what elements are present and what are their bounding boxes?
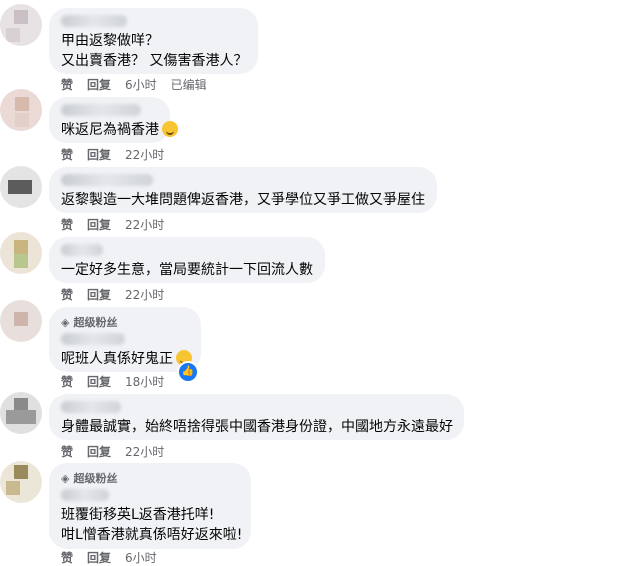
fan-badge[interactable]: ◈ 超级粉丝 (61, 470, 239, 486)
author-name[interactable] (61, 174, 153, 186)
edited-label[interactable]: 已编辑 (171, 76, 207, 93)
reply-button[interactable]: 回复 (87, 443, 111, 460)
diamond-icon: ◈ (61, 471, 70, 485)
reply-button[interactable]: 回复 (87, 216, 111, 233)
timestamp[interactable]: 22小时 (125, 146, 164, 163)
timestamp[interactable]: 18小时 (125, 373, 164, 390)
like-reaction-icon[interactable]: 👍 (177, 361, 199, 383)
comment-actions: 赞 回复 6小时 (61, 549, 171, 566)
avatar[interactable] (0, 89, 42, 131)
timestamp[interactable]: 6小时 (125, 549, 157, 566)
comment-text-line: 身體最誠實，始終唔捨得張中國香港身份證，中國地方永遠最好 (61, 419, 453, 435)
badge-label: 超级粉丝 (73, 316, 118, 329)
comment-actions: 赞 回复 6小时 已编辑 (61, 76, 221, 93)
fan-badge[interactable]: ◈ 超级粉丝 (61, 314, 189, 330)
author-name[interactable] (61, 489, 109, 501)
comment-text-line: 呢班人真係好鬼正 (61, 351, 173, 367)
avatar[interactable] (0, 4, 42, 46)
like-button[interactable]: 赞 (61, 443, 73, 460)
like-button[interactable]: 赞 (61, 76, 73, 93)
timestamp[interactable]: 6小时 (125, 76, 157, 93)
like-button[interactable]: 赞 (61, 373, 73, 390)
like-button[interactable]: 赞 (61, 286, 73, 303)
timestamp[interactable]: 22小时 (125, 286, 164, 303)
author-name[interactable] (61, 401, 121, 413)
avatar[interactable] (0, 461, 42, 503)
avatar[interactable] (0, 166, 42, 208)
author-name[interactable] (61, 15, 127, 27)
author-name[interactable] (61, 244, 103, 256)
like-button[interactable]: 赞 (61, 216, 73, 233)
reply-button[interactable]: 回复 (87, 373, 111, 390)
comment-bubble: 一定好多生意，當局要統計一下回流人數 (49, 237, 325, 283)
laughing-emoji-icon (162, 121, 178, 137)
avatar[interactable] (0, 300, 42, 342)
comment-bubble: 身體最誠實，始終唔捨得張中國香港身份證，中國地方永遠最好 (49, 394, 464, 440)
reply-button[interactable]: 回复 (87, 146, 111, 163)
comment-text-line: 一定好多生意，當局要統計一下回流人數 (61, 262, 313, 278)
reply-button[interactable]: 回复 (87, 76, 111, 93)
timestamp[interactable]: 22小时 (125, 216, 164, 233)
reply-button[interactable]: 回复 (87, 286, 111, 303)
comment-text-line: 甲由返黎做咩？ (61, 33, 159, 49)
like-button[interactable]: 赞 (61, 549, 73, 566)
comment-actions: 赞 回复 22小时 (61, 443, 178, 460)
comment-bubble: ◈ 超级粉丝 班覆街移英L返香港托咩! 咁L憎香港就真係唔好返來啦! (49, 463, 251, 549)
comment-actions: 赞 回复 18小时 (61, 373, 178, 390)
reply-button[interactable]: 回复 (87, 549, 111, 566)
comment-text-line: 又出賣香港？ 又傷害香港人？ (61, 53, 248, 69)
comment-bubble: 返黎製造一大堆問題俾返香港，又爭學位又爭工做又爭屋住 (49, 167, 437, 213)
comment-text-line: 班覆街移英L返香港托咩! (61, 507, 215, 523)
comment-text-line: 咪返尼為禍香港 (61, 122, 159, 138)
comment-actions: 赞 回复 22小时 (61, 286, 178, 303)
comment-actions: 赞 回复 22小时 (61, 216, 178, 233)
comment-bubble: 咪返尼為禍香港 (49, 97, 178, 143)
diamond-icon: ◈ (61, 315, 70, 329)
timestamp[interactable]: 22小时 (125, 443, 164, 460)
comment-text-line: 返黎製造一大堆問題俾返香港，又爭學位又爭工做又爭屋住 (61, 192, 425, 208)
avatar[interactable] (0, 232, 42, 274)
comment-text: 咪返尼為禍香港 (61, 120, 178, 140)
avatar[interactable] (0, 392, 42, 434)
comment-bubble: ◈ 超级粉丝 呢班人真係好鬼正 (49, 307, 201, 372)
author-name[interactable] (61, 333, 125, 345)
comment-text: 呢班人真係好鬼正 (61, 349, 192, 369)
comment-bubble: 甲由返黎做咩？ 又出賣香港？ 又傷害香港人？ (49, 8, 258, 74)
badge-label: 超级粉丝 (73, 472, 118, 485)
like-button[interactable]: 赞 (61, 146, 73, 163)
comment-actions: 赞 回复 22小时 (61, 146, 178, 163)
comment-text-line: 咁L憎香港就真係唔好返來啦! (61, 527, 243, 543)
author-name[interactable] (61, 104, 141, 116)
